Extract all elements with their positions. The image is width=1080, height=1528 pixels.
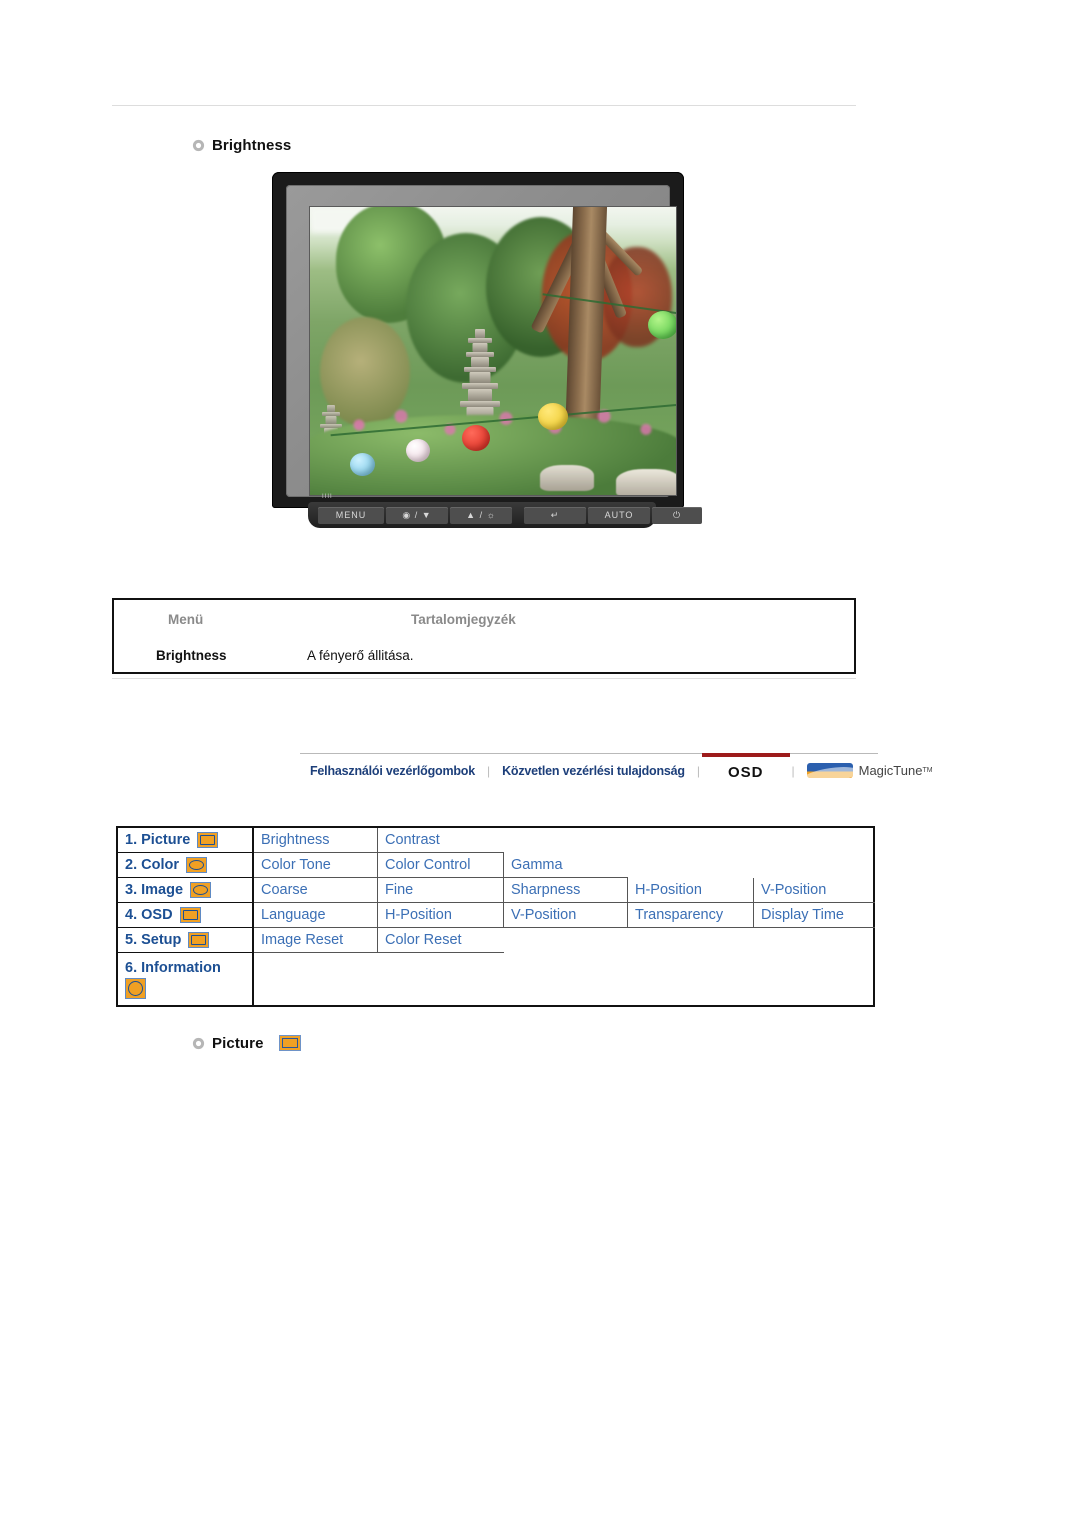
monitor-brand-mark: IIII [322, 494, 333, 500]
osd-item-color-reset[interactable]: Color Reset [378, 928, 504, 953]
lantern-white [406, 439, 430, 462]
osd-item-color-tone[interactable]: Color Tone [254, 853, 378, 878]
osd-empty-cell [254, 953, 873, 1005]
table-header-row: Menü Tartalomjegyzék [114, 600, 854, 639]
osd-item-display-time[interactable]: Display Time [754, 903, 875, 928]
picture-section-heading: Picture [192, 1035, 301, 1051]
image-icon [190, 882, 212, 898]
bullet-icon [192, 139, 205, 152]
osd-empty-cell [504, 928, 873, 953]
osd-menu-table: 1. Picture Brightness Contrast 2. Color … [116, 826, 875, 1007]
osd-icon [179, 907, 201, 923]
header-cell-menu: Menü [114, 600, 299, 639]
osd-item-brightness[interactable]: Brightness [254, 828, 378, 853]
osd-row-image: 3. Image Coarse Fine Sharpness H-Positio… [118, 878, 875, 903]
osd-item-image-reset[interactable]: Image Reset [254, 928, 378, 953]
osd-row-color: 2. Color Color Tone Color Control Gamma [118, 853, 873, 878]
auto-button[interactable]: AUTO [588, 506, 650, 524]
screen-photo [310, 207, 676, 495]
lantern-yellow [538, 403, 568, 430]
lantern-green [648, 311, 676, 339]
nav-item-direct-control-feature[interactable]: Közvetlen vezérlési tulajdonság [492, 754, 695, 788]
row-menu-cell: Brightness [114, 639, 299, 672]
osd-menu-information-label: 6. Information [125, 959, 221, 976]
monitor-illustration: IIII MENU ◉ / ▼ ▲ / ☼ ↵ AUTO ⏻ [272, 172, 702, 534]
row-description-label: A fényerő állitása. [307, 648, 414, 663]
header-contents-label: Tartalomjegyzék [411, 612, 516, 627]
osd-menu-osd[interactable]: 4. OSD [118, 903, 254, 928]
osd-row-osd: 4. OSD Language H-Position V-Position Tr… [118, 903, 875, 928]
power-button[interactable]: ⏻ [652, 506, 702, 524]
osd-menu-picture[interactable]: 1. Picture [118, 828, 254, 853]
nav-item-magictune[interactable]: MagicTune TM [797, 754, 943, 788]
osd-row-setup: 5. Setup Image Reset Color Reset [118, 928, 873, 953]
header-menu-label: Menü [168, 612, 204, 627]
nav-separator: | [486, 763, 491, 778]
brightness-heading-label: Brightness [212, 137, 292, 154]
mid-divider [112, 678, 856, 679]
osd-empty-cell [628, 853, 873, 878]
osd-item-fine[interactable]: Fine [378, 878, 504, 903]
monitor-case [272, 172, 684, 514]
osd-menu-color-label: 2. Color [125, 857, 179, 873]
manual-page: Brightness IIII MENU ◉ / ▼ ▲ / ☼ ↵ AUTO … [0, 0, 1080, 1528]
nav-separator: | [791, 763, 795, 778]
osd-menu-image[interactable]: 3. Image [118, 878, 254, 903]
osd-menu-information[interactable]: 6. Information [118, 953, 254, 1005]
header-cell-contents: Tartalomjegyzék [299, 600, 854, 639]
table-row: Brightness A fényerő állitása. [114, 639, 854, 672]
color-icon [185, 857, 207, 873]
picture-icon [197, 832, 219, 848]
osd-item-h-position[interactable]: H-Position [628, 878, 754, 903]
row-menu-label: Brightness [156, 648, 227, 663]
osd-item-transparency[interactable]: Transparency [628, 903, 754, 928]
information-icon [125, 977, 146, 999]
row-description-cell: A fényerő állitása. [299, 639, 854, 672]
brightness-down-button[interactable]: ◉ / ▼ [386, 506, 448, 524]
osd-menu-osd-label: 4. OSD [125, 907, 173, 923]
osd-menu-image-label: 3. Image [125, 882, 184, 898]
osd-row-information: 6. Information [118, 953, 873, 1005]
magictune-logo-icon [806, 763, 853, 778]
enter-button[interactable]: ↵ [524, 506, 586, 524]
section-navbar[interactable]: Felhasználói vezérlőgombok | Közvetlen v… [300, 753, 933, 788]
osd-item-contrast[interactable]: Contrast [378, 828, 504, 853]
nav-separator: | [696, 763, 700, 778]
osd-item-v-position[interactable]: V-Position [504, 903, 628, 928]
osd-item-sharpness[interactable]: Sharpness [504, 878, 628, 903]
menu-button[interactable]: MENU [318, 506, 384, 524]
osd-item-coarse[interactable]: Coarse [254, 878, 378, 903]
monitor-screen [310, 207, 676, 495]
osd-menu-setup[interactable]: 5. Setup [118, 928, 254, 953]
osd-row-picture: 1. Picture Brightness Contrast [118, 828, 873, 853]
osd-empty-cell [504, 828, 873, 853]
monitor-button-bar[interactable]: MENU ◉ / ▼ ▲ / ☼ ↵ AUTO ⏻ [318, 506, 702, 524]
setup-icon [188, 932, 210, 948]
osd-item-color-control[interactable]: Color Control [378, 853, 504, 878]
top-divider [112, 105, 856, 106]
nav-item-user-control-buttons[interactable]: Felhasználói vezérlőgombok [300, 754, 485, 788]
lantern-blue [350, 453, 375, 476]
osd-menu-setup-label: 5. Setup [125, 932, 182, 948]
picture-heading-label: Picture [212, 1034, 264, 1052]
nav-item-osd[interactable]: OSD [701, 753, 790, 787]
lantern-red [462, 425, 490, 451]
menu-description-table: Menü Tartalomjegyzék Brightness A fényer… [112, 598, 856, 674]
magictune-label: MagicTune [858, 763, 923, 778]
osd-item-language[interactable]: Language [254, 903, 378, 928]
bullet-icon [192, 1037, 205, 1050]
brightness-up-button[interactable]: ▲ / ☼ [450, 506, 512, 524]
osd-item-h-position[interactable]: H-Position [378, 903, 504, 928]
monitor-bezel [286, 185, 676, 514]
osd-menu-picture-label: 1. Picture [125, 832, 191, 848]
magictune-trademark: TM [922, 767, 933, 774]
osd-item-gamma[interactable]: Gamma [504, 853, 628, 878]
osd-menu-color[interactable]: 2. Color [118, 853, 254, 878]
brightness-section-heading: Brightness [192, 138, 291, 153]
picture-icon [278, 1035, 301, 1051]
osd-item-v-position[interactable]: V-Position [754, 878, 875, 903]
